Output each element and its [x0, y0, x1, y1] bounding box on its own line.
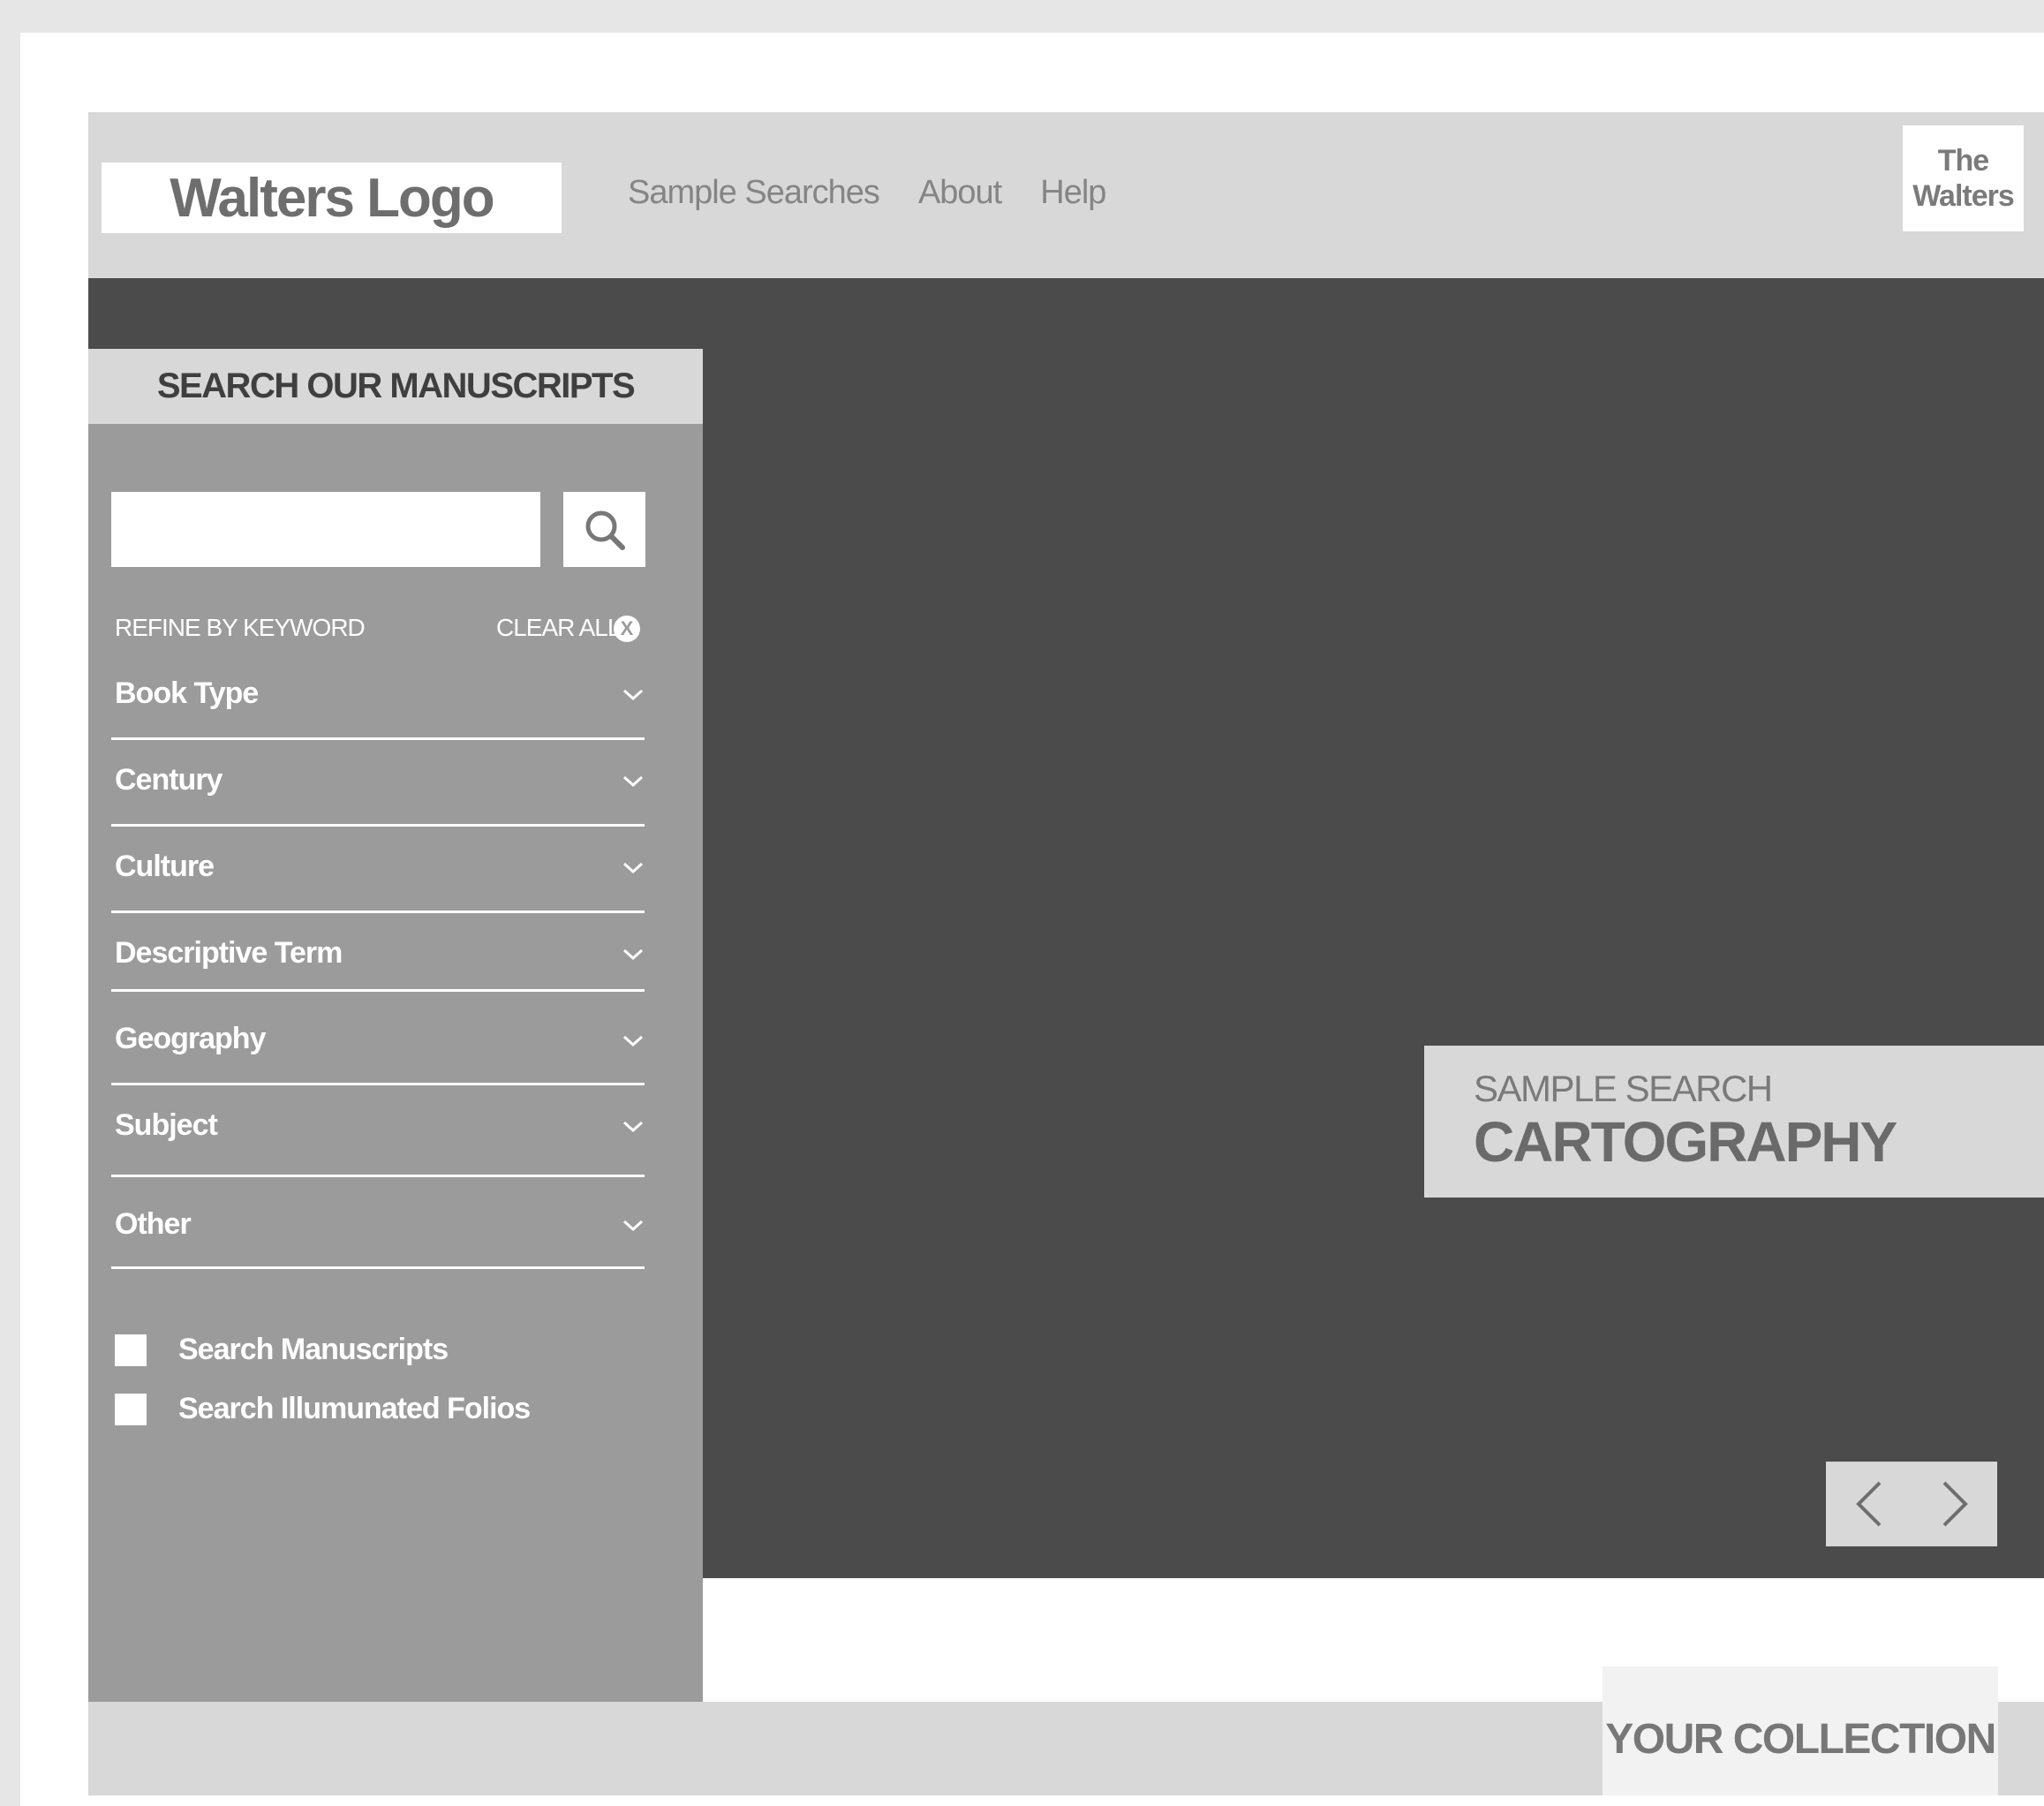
badge-line-2: Walters — [1912, 179, 2015, 213]
chevron-down-icon — [622, 1035, 644, 1047]
facet-label: Culture — [115, 850, 215, 883]
site-header: Walters Logo Sample Searches About Help … — [88, 112, 2044, 278]
clear-all-icon[interactable]: X — [614, 616, 640, 642]
chevron-left-icon — [1855, 1481, 1881, 1527]
nav-about[interactable]: About — [918, 174, 1002, 212]
facet-geography[interactable]: Geography — [111, 992, 645, 1085]
chevron-down-icon — [622, 775, 644, 788]
checkbox[interactable] — [115, 1393, 147, 1425]
main-nav: Sample Searches About Help — [628, 174, 1106, 212]
sample-search-kicker: SAMPLE SEARCH — [1474, 1068, 1773, 1109]
chevron-down-icon — [622, 862, 644, 874]
facet-label: Subject — [115, 1108, 218, 1142]
nav-sample-searches[interactable]: Sample Searches — [628, 174, 880, 212]
site-frame: Walters Logo Sample Searches About Help … — [88, 112, 2044, 1795]
search-button[interactable] — [563, 492, 645, 567]
chevron-down-icon — [622, 1220, 644, 1232]
refine-by-keyword-label: REFINE BY KEYWORD — [115, 614, 366, 641]
checkbox-search-illuminated-folios[interactable]: Search Illumunated Folios — [115, 1392, 531, 1426]
sample-search-card[interactable]: SAMPLE SEARCH CARTOGRAPHY — [1424, 1046, 2044, 1198]
facet-label: Other — [115, 1207, 192, 1241]
checkbox-search-manuscripts[interactable]: Search Manuscripts — [115, 1333, 449, 1367]
facet-century[interactable]: Century — [111, 740, 645, 827]
slider-prev-button[interactable] — [1826, 1462, 1912, 1546]
facet-book-type[interactable]: Book Type — [111, 664, 645, 740]
clear-all-link[interactable]: CLEAR ALL — [496, 614, 621, 642]
facet-culture[interactable]: Culture — [111, 827, 645, 913]
facet-descriptive-term[interactable]: Descriptive Term — [111, 913, 645, 992]
facet-label: Book Type — [115, 676, 259, 710]
sample-search-title: CARTOGRAPHY — [1474, 1110, 1897, 1174]
facet-label: Descriptive Term — [115, 936, 343, 970]
walters-badge[interactable]: The Walters — [1903, 125, 2024, 231]
page-canvas: Walters Logo Sample Searches About Help … — [20, 33, 2044, 1806]
search-panel-title: SEARCH OUR MANUSCRIPTS — [88, 349, 703, 424]
checkbox-label: Search Manuscripts — [178, 1333, 449, 1366]
slider-next-button[interactable] — [1912, 1462, 1997, 1546]
checkbox[interactable] — [115, 1334, 147, 1366]
slider-controls — [1826, 1462, 1997, 1546]
search-panel: REFINE BY KEYWORD CLEAR ALL X Book Type … — [88, 424, 703, 1702]
chevron-down-icon — [622, 1121, 644, 1133]
badge-line-1: The — [1937, 144, 1989, 178]
nav-help[interactable]: Help — [1040, 174, 1106, 212]
facet-label: Century — [115, 763, 223, 797]
search-icon — [585, 510, 625, 550]
chevron-down-icon — [622, 948, 644, 961]
facet-other[interactable]: Other — [111, 1177, 645, 1269]
search-input[interactable] — [111, 492, 540, 567]
facet-subject[interactable]: Subject — [111, 1085, 645, 1177]
chevron-down-icon — [622, 689, 644, 701]
facet-label: Geography — [115, 1022, 266, 1055]
chevron-right-icon — [1942, 1481, 1968, 1527]
site-logo[interactable]: Walters Logo — [102, 162, 562, 233]
checkbox-label: Search Illumunated Folios — [178, 1392, 531, 1425]
your-collection-tab[interactable]: YOUR COLLECTION — [1603, 1666, 1998, 1795]
